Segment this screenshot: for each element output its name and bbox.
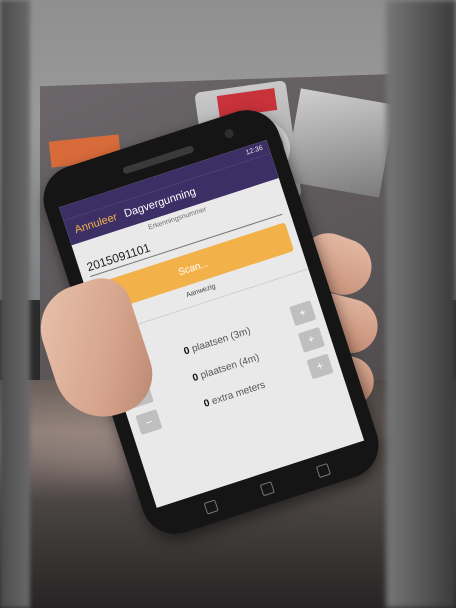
- increment-button[interactable]: +: [297, 326, 325, 353]
- quantity-count: 0: [191, 371, 200, 384]
- cancel-button[interactable]: Annuleer: [73, 211, 119, 236]
- quantity-unit: plaatsen (4m): [199, 351, 261, 382]
- left-blur-edge: [0, 0, 30, 608]
- home-icon[interactable]: [259, 481, 275, 497]
- quantity-count: 0: [182, 344, 192, 357]
- back-icon[interactable]: [203, 499, 219, 515]
- phone-camera: [223, 127, 235, 140]
- quantity-unit: plaatsen (3m): [190, 325, 252, 355]
- decrement-button[interactable]: –: [135, 409, 163, 436]
- photo-scene: 12:36 Annuleer Dagvergunning Erkenningsn…: [0, 0, 456, 608]
- increment-button[interactable]: +: [306, 353, 334, 380]
- right-blur-edge: [386, 0, 456, 608]
- quantity-unit: extra meters: [210, 379, 267, 407]
- product-package: [284, 88, 396, 198]
- recent-apps-icon[interactable]: [315, 462, 331, 479]
- quantity-count: 0: [202, 397, 212, 410]
- increment-button[interactable]: +: [289, 300, 317, 327]
- status-time: 12:36: [245, 144, 264, 157]
